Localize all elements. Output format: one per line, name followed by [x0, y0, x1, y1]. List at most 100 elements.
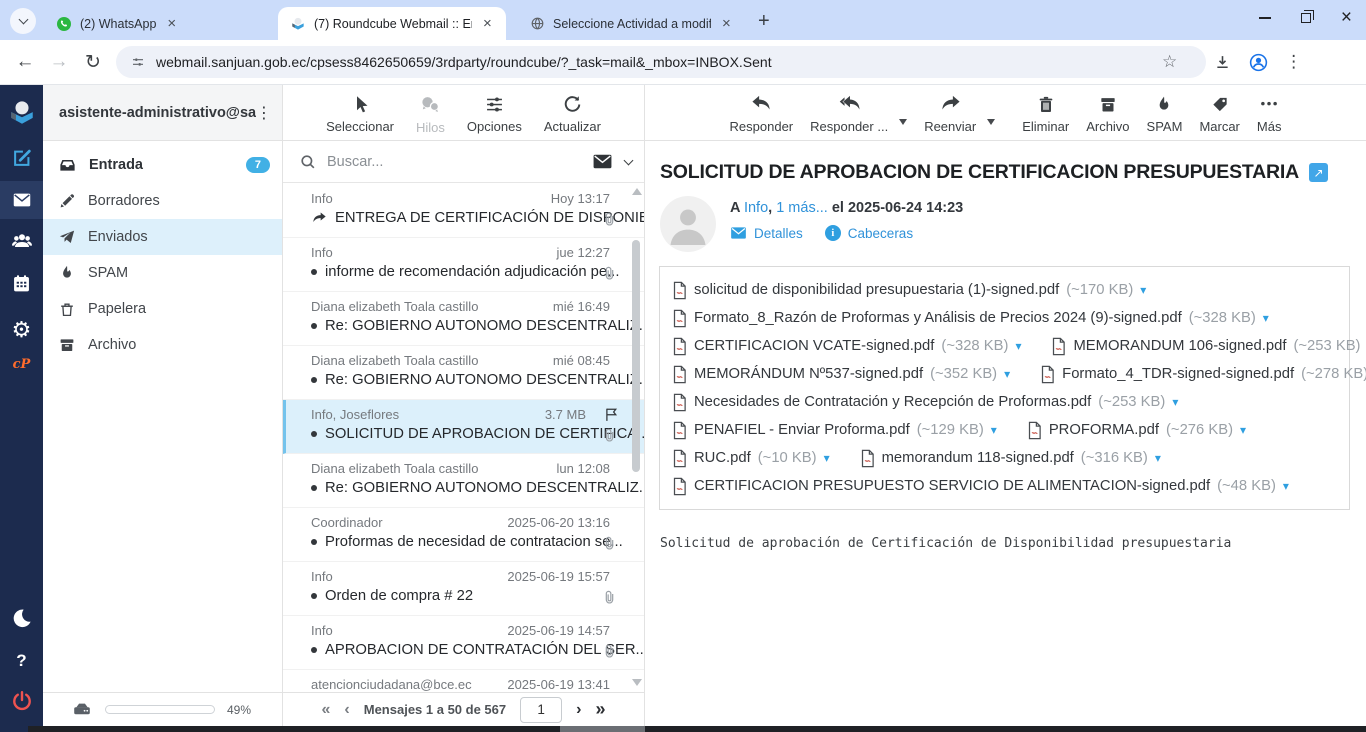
attachment-menu-caret-icon[interactable]: ▾	[1240, 423, 1246, 437]
attachment-name[interactable]: Necesidades de Contratación y Recepción …	[694, 394, 1091, 410]
sidebar-item-archivo[interactable]: Archivo	[43, 327, 282, 363]
forward-caret-icon[interactable]	[987, 119, 995, 125]
sidebar-item-papelera[interactable]: Papelera	[43, 291, 282, 327]
tab-search-button[interactable]	[10, 8, 36, 34]
attachment-name[interactable]: CERTIFICACION PRESUPUESTO SERVICIO DE AL…	[694, 478, 1210, 494]
scroll-thumb[interactable]	[632, 240, 640, 472]
tab-close-icon[interactable]: ×	[480, 15, 495, 32]
threads-button[interactable]: Hilos	[416, 94, 445, 135]
next-page-button[interactable]: ›	[576, 701, 581, 719]
message-row[interactable]: Infojue 12:27 informe de recomendación a…	[283, 238, 644, 292]
window-minimize-button[interactable]	[1259, 17, 1271, 19]
message-row[interactable]: Info2025-06-19 14:57 APROBACION DE CONTR…	[283, 616, 644, 670]
window-restore-button[interactable]	[1301, 13, 1311, 23]
attachment-menu-caret-icon[interactable]: ▾	[824, 451, 830, 465]
recipient-link[interactable]: Info	[744, 200, 768, 216]
message-row[interactable]: InfoHoy 13:17 ENTREGA DE CERTIFICACIÓN D…	[283, 184, 644, 238]
attachment-name[interactable]: PENAFIEL - Enviar Proforma.pdf	[694, 422, 910, 438]
forward-button[interactable]: →	[42, 51, 76, 73]
sidebar-item-entrada[interactable]: Entrada 7	[43, 147, 282, 183]
attachment-name[interactable]: PROFORMA.pdf	[1049, 422, 1159, 438]
scroll-up-icon[interactable]	[632, 188, 642, 195]
help-icon[interactable]: ?	[0, 651, 43, 671]
compose-icon[interactable]	[0, 147, 43, 169]
refresh-button[interactable]: Actualizar	[544, 94, 601, 134]
bookmark-star-icon[interactable]: ☆	[1162, 52, 1177, 72]
page-number-input[interactable]	[520, 697, 562, 723]
dark-mode-moon-icon[interactable]	[0, 607, 43, 629]
attachment-menu-caret-icon[interactable]: ▾	[1263, 311, 1269, 325]
contacts-icon[interactable]	[0, 229, 43, 253]
attachment-item[interactable]: MEMORANDUM 106-signed.pdf(~253 KB)▾	[1051, 337, 1366, 356]
attachment-item[interactable]: solicitud de disponibilidad presupuestar…	[672, 281, 1146, 300]
sidebar-item-enviados[interactable]: Enviados	[43, 219, 282, 255]
attachment-item[interactable]: CERTIFICACION VCATE-signed.pdf(~328 KB)▾	[672, 337, 1021, 356]
site-info-icon[interactable]	[130, 54, 146, 70]
attachment-item[interactable]: PENAFIEL - Enviar Proforma.pdf(~129 KB)▾	[672, 421, 997, 440]
reload-button[interactable]: ↻	[76, 51, 110, 74]
message-row[interactable]: Diana elizabeth Toala castillomié 08:45 …	[283, 346, 644, 400]
attachment-menu-caret-icon[interactable]: ▾	[1172, 395, 1178, 409]
attachment-menu-caret-icon[interactable]: ▾	[1155, 451, 1161, 465]
message-row[interactable]: Coordinador2025-06-20 13:16 Proformas de…	[283, 508, 644, 562]
message-row[interactable]: Info2025-06-19 15:57 Orden de compra # 2…	[283, 562, 644, 616]
message-row[interactable]: Diana elizabeth Toala castillolun 12:08 …	[283, 454, 644, 508]
select-button[interactable]: Seleccionar	[326, 94, 394, 134]
settings-gear-icon[interactable]: ⚙	[0, 317, 43, 343]
attachment-name[interactable]: MEMORANDUM 106-signed.pdf	[1073, 338, 1286, 354]
back-button[interactable]: ←	[8, 51, 42, 73]
attachment-item[interactable]: Necesidades de Contratación y Recepción …	[672, 393, 1178, 412]
more-button[interactable]: Más	[1257, 94, 1282, 134]
attachment-menu-caret-icon[interactable]: ▾	[1140, 283, 1146, 297]
attachment-name[interactable]: MEMORÁNDUM Nº537-signed.pdf	[694, 366, 923, 382]
reply-button[interactable]: Responder	[730, 94, 794, 134]
attachment-item[interactable]: RUC.pdf(~10 KB)▾	[672, 449, 830, 468]
tab-close-icon[interactable]: ×	[164, 15, 179, 32]
reply-all-button[interactable]: Responder ...	[810, 94, 888, 134]
attachment-menu-caret-icon[interactable]: ▾	[1015, 339, 1021, 353]
message-row[interactable]: Diana elizabeth Toala castillomié 16:49 …	[283, 292, 644, 346]
search-scope-mail-icon[interactable]	[592, 153, 613, 170]
downloads-icon[interactable]	[1213, 53, 1232, 72]
message-row[interactable]: atencionciudadana@bce.ec2025-06-19 13:41	[283, 670, 644, 692]
calendar-icon[interactable]	[0, 273, 43, 294]
tab-close-icon[interactable]: ×	[719, 15, 734, 32]
details-toggle[interactable]: Detalles	[730, 226, 803, 241]
headers-toggle[interactable]: i Cabeceras	[825, 225, 913, 241]
search-input[interactable]	[327, 154, 582, 170]
open-in-new-window-icon[interactable]: ↗	[1309, 163, 1328, 182]
logout-power-icon[interactable]	[0, 689, 43, 713]
attachment-item[interactable]: MEMORÁNDUM Nº537-signed.pdf(~352 KB)▾	[672, 365, 1010, 384]
message-row-selected[interactable]: Info, Joseflores3.7 MB SOLICITUD DE APRO…	[283, 400, 644, 454]
tab-roundcube[interactable]: (7) Roundcube Webmail :: Envia ×	[278, 7, 506, 40]
horizontal-scroll-thumb[interactable]	[560, 726, 645, 732]
sidebar-item-borradores[interactable]: Borradores	[43, 183, 282, 219]
tab-actividad[interactable]: Seleccione Actividad a modifica ×	[518, 7, 746, 40]
attachment-name[interactable]: Formato_8_Razón de Proformas y Análisis …	[694, 310, 1182, 326]
list-scrollbar[interactable]	[632, 186, 642, 688]
archive-button[interactable]: Archivo	[1086, 94, 1129, 134]
mail-nav-icon[interactable]	[0, 181, 43, 219]
attachment-item[interactable]: PROFORMA.pdf(~276 KB)▾	[1027, 421, 1246, 440]
delete-button[interactable]: Eliminar	[1022, 94, 1069, 134]
attachment-item[interactable]: Formato_4_TDR-signed-signed.pdf(~278 KB)…	[1040, 365, 1366, 384]
more-recipients-link[interactable]: 1 más...	[776, 200, 828, 216]
new-tab-button[interactable]: +	[758, 10, 770, 33]
first-page-button[interactable]: «	[322, 701, 331, 719]
spam-button[interactable]: SPAM	[1147, 94, 1183, 134]
attachment-name[interactable]: memorandum 118-signed.pdf	[882, 450, 1074, 466]
search-options-chevron-icon[interactable]	[624, 155, 634, 165]
folder-menu-icon[interactable]: ⋮	[256, 103, 272, 123]
options-button[interactable]: Opciones	[467, 94, 522, 134]
profile-icon[interactable]	[1248, 52, 1269, 73]
window-close-button[interactable]: ×	[1341, 8, 1352, 27]
attachment-menu-caret-icon[interactable]: ▾	[991, 423, 997, 437]
flag-icon[interactable]	[603, 406, 620, 423]
attachment-item[interactable]: CERTIFICACION PRESUPUESTO SERVICIO DE AL…	[672, 477, 1289, 496]
address-bar[interactable]: webmail.sanjuan.gob.ec/cpsess8462650659/…	[116, 46, 1206, 78]
prev-page-button[interactable]: ‹	[344, 701, 349, 719]
forward-button[interactable]: Reenviar	[924, 94, 976, 134]
attachment-item[interactable]: Formato_8_Razón de Proformas y Análisis …	[672, 309, 1269, 328]
scroll-down-icon[interactable]	[632, 679, 642, 686]
reply-all-caret-icon[interactable]	[899, 119, 907, 125]
